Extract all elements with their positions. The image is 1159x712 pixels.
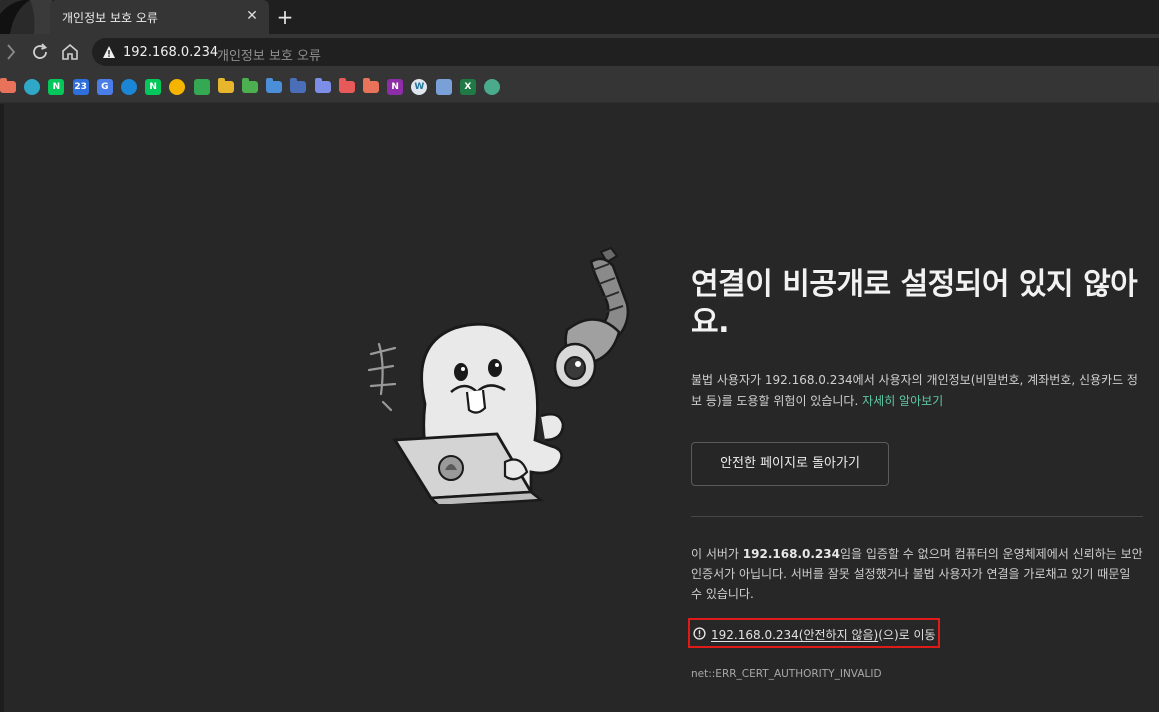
folder-icon[interactable]: [242, 78, 258, 93]
naver-favicon-2[interactable]: N: [145, 79, 162, 95]
folder-icon[interactable]: [290, 78, 307, 93]
maps-search-favicon[interactable]: [193, 79, 210, 95]
tab-close-icon[interactable]: ✕: [243, 7, 261, 25]
wordpress-favicon[interactable]: W: [411, 79, 428, 95]
tab-strip: 개인정보 보호 오류 ✕ +: [0, 0, 1159, 34]
proceed-highlight-box: 192.168.0.234(안전하지 않음)(으)로 이동: [688, 618, 940, 648]
learn-more-link[interactable]: 자세히 알아보기: [862, 394, 943, 408]
translate-favicon[interactable]: G: [96, 79, 113, 95]
home-icon: [62, 43, 78, 60]
page-title: 연결이 비공개로 설정되어 있지 않아요.: [691, 267, 1138, 340]
calendar-favicon[interactable]: 23: [72, 79, 89, 95]
proceed-link-suffix: (으)로 이동: [878, 628, 936, 642]
chevron-right-icon: [7, 44, 16, 60]
address-bar[interactable]: 192.168.0.234 개인정보 보호 오류: [92, 38, 1159, 66]
folder-icon[interactable]: [363, 78, 379, 93]
page-edge: [0, 104, 4, 712]
naver-favicon[interactable]: N: [48, 79, 65, 95]
reload-button[interactable]: [28, 40, 52, 64]
forward-button[interactable]: [0, 40, 24, 64]
browser-toolbar: 192.168.0.234 개인정보 보호 오류: [0, 34, 1159, 70]
detail-prefix: 이 서버가: [691, 547, 743, 561]
back-to-safety-button[interactable]: 안전한 페이지로 돌아가기: [691, 442, 889, 486]
grid-app-favicon[interactable]: [435, 79, 452, 95]
error-code: net::ERR_CERT_AUTHORITY_INVALID: [691, 668, 882, 680]
divider: [691, 516, 1143, 517]
active-tab[interactable]: 개인정보 보호 오류 ✕: [50, 0, 269, 34]
folder-icon[interactable]: [338, 78, 355, 93]
url-host: 192.168.0.234: [123, 45, 219, 60]
onenote-favicon[interactable]: N: [387, 79, 404, 95]
maps-favicon[interactable]: [169, 79, 186, 95]
chatgpt-favicon[interactable]: [484, 79, 500, 95]
url-security-note: 개인정보 보호 오류: [217, 49, 321, 64]
tab-title: 개인정보 보호 오류: [62, 11, 158, 25]
edge-favicon[interactable]: [24, 79, 41, 95]
info-circle-icon: [693, 627, 706, 640]
corner-decoration-icon: [0, 0, 52, 34]
proceed-unsafe-link[interactable]: 192.168.0.234(안전하지 않음)(으)로 이동: [711, 626, 936, 643]
bookmarks-bar: N 23 G N N W X: [0, 70, 1159, 103]
proceed-link-text[interactable]: 192.168.0.234(안전하지 않음): [711, 628, 878, 642]
privacy-error-illustration: [367, 246, 630, 504]
home-button[interactable]: [58, 40, 82, 64]
folder-icon[interactable]: [314, 78, 331, 93]
detail-host: 192.168.0.234: [742, 547, 840, 561]
not-secure-warning-icon[interactable]: [102, 45, 116, 59]
edge-favicon-2[interactable]: [121, 79, 137, 95]
profile-corner: [0, 0, 52, 34]
folder-icon[interactable]: [266, 78, 283, 93]
folder-icon[interactable]: [217, 78, 234, 93]
error-description: 불법 사용자가 192.168.0.234에서 사용자의 개인정보(비밀번호, …: [691, 370, 1141, 412]
error-details: 이 서버가 192.168.0.234임을 입증할 수 없으며 컴퓨터의 운영체…: [691, 544, 1143, 604]
folder-icon[interactable]: [0, 78, 16, 93]
reload-icon: [33, 43, 48, 59]
new-tab-button[interactable]: +: [274, 6, 296, 28]
excel-favicon[interactable]: X: [459, 79, 476, 95]
error-page: 연결이 비공개로 설정되어 있지 않아요. 불법 사용자가 192.168.0.…: [0, 104, 1159, 712]
